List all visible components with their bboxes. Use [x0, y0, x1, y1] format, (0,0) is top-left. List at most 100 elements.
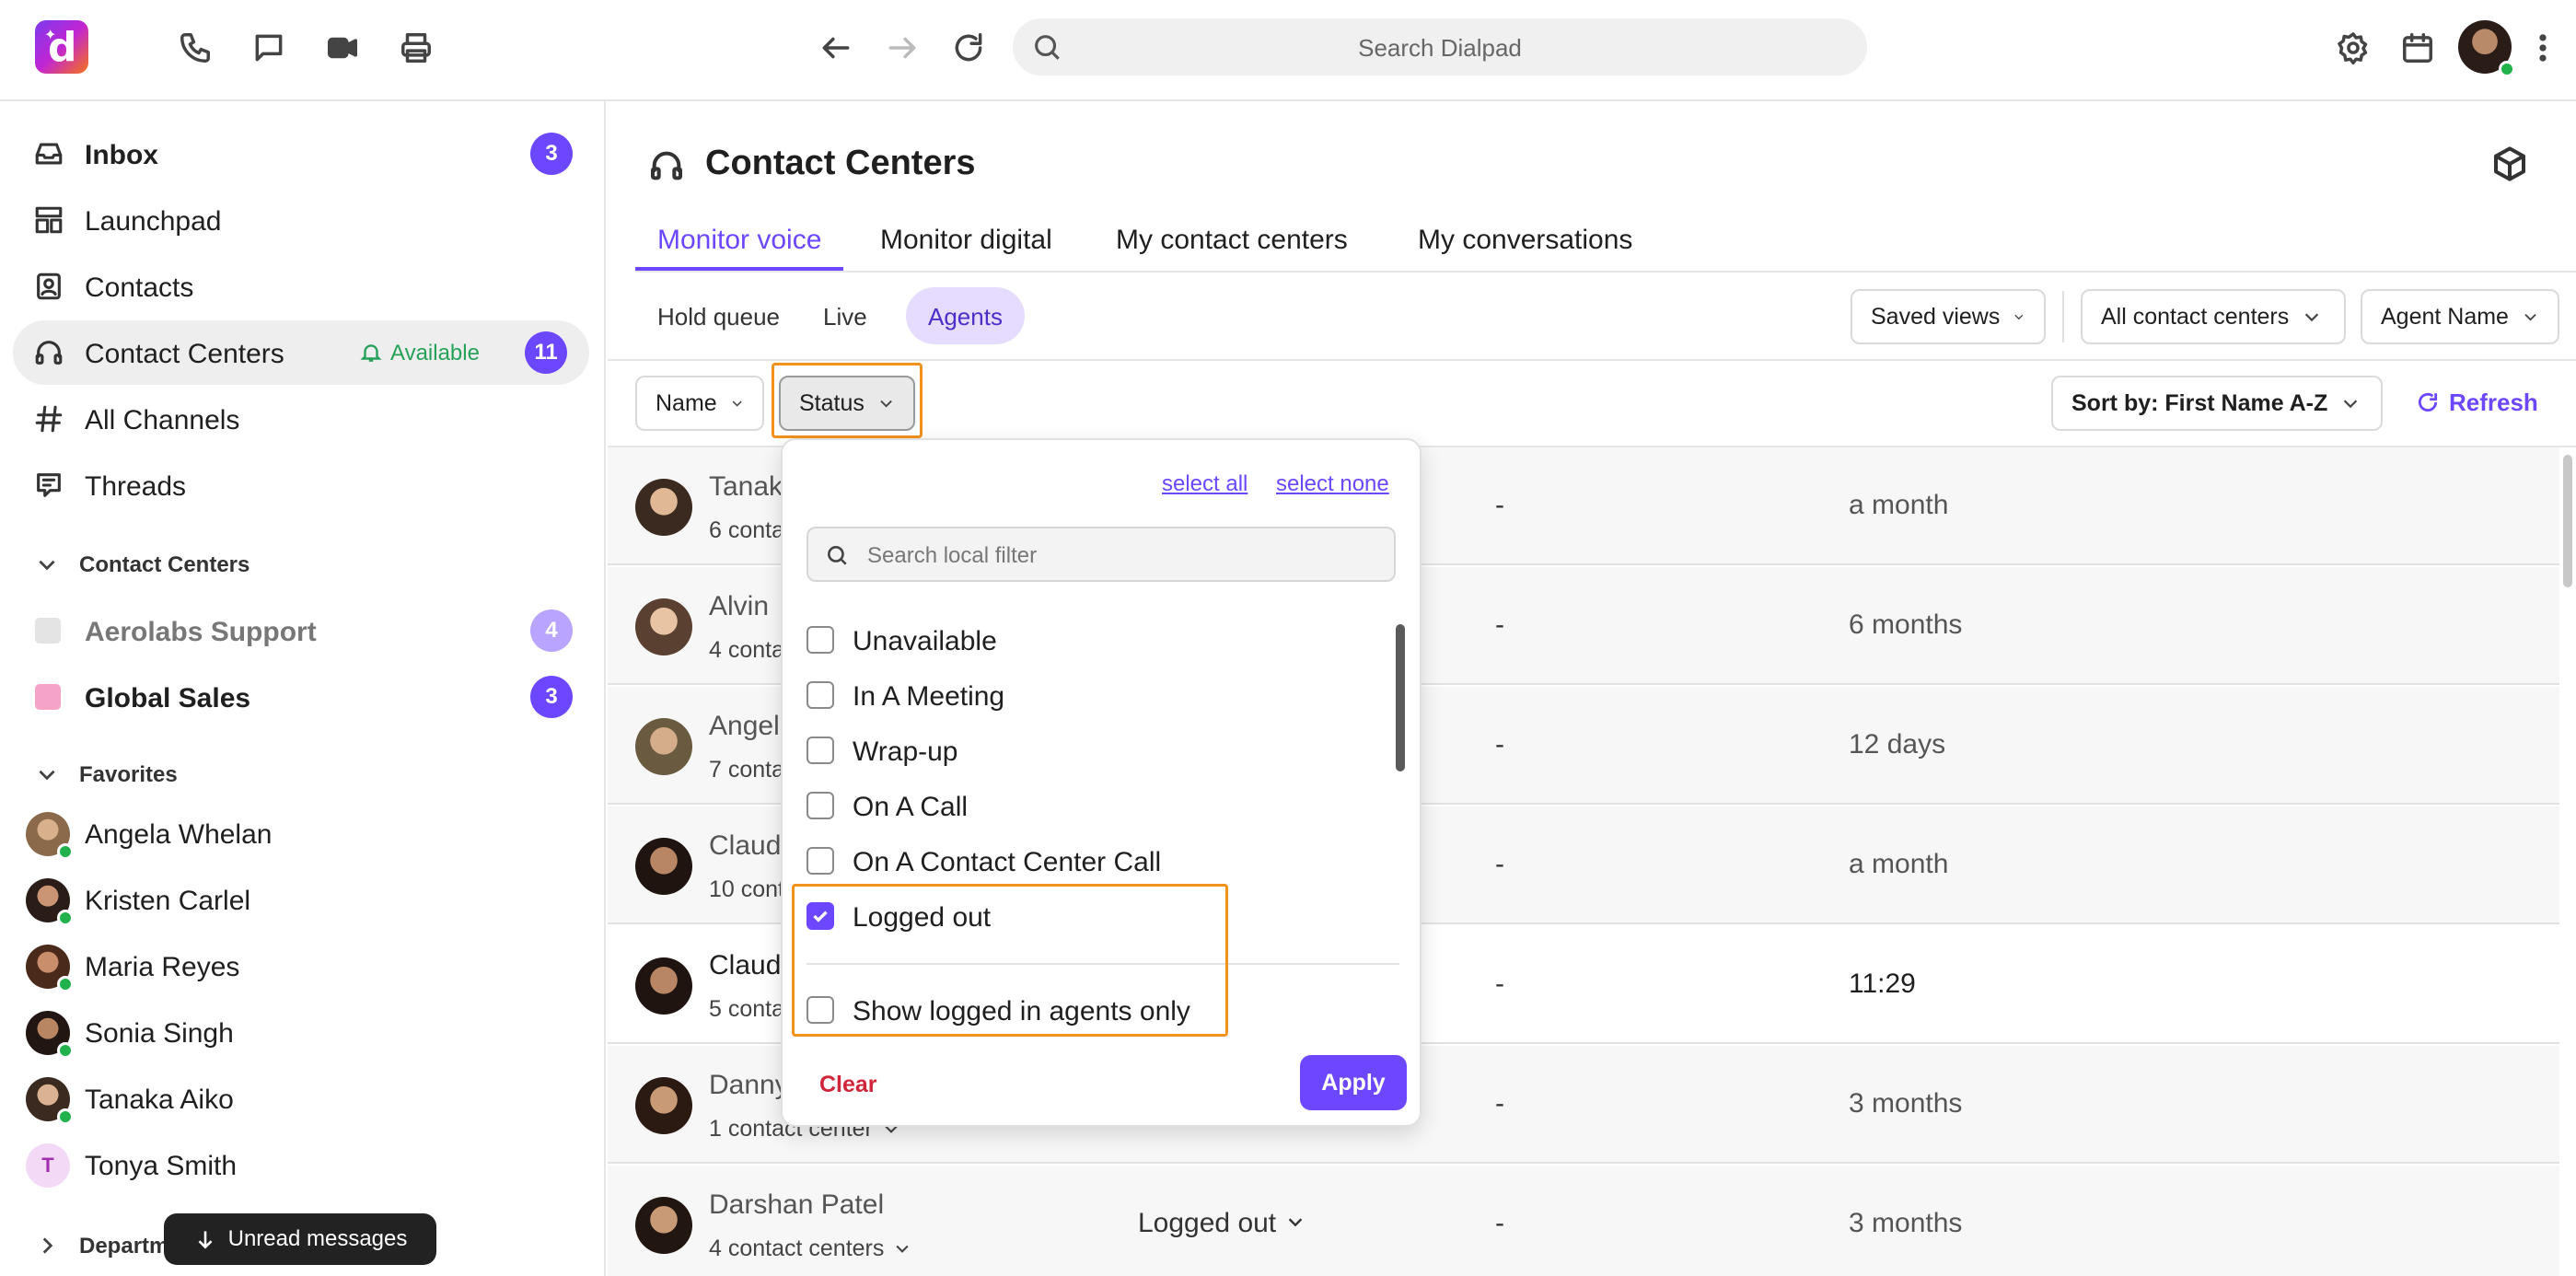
agent-last-seen: 3 months — [1849, 1088, 1963, 1119]
sidebar-item-all-channels[interactable]: All Channels — [13, 387, 589, 451]
section-header-label: Favorites — [79, 762, 178, 787]
table-row[interactable]: Darshan Patel 4 contact centers Logged o… — [608, 1166, 2559, 1276]
presence-dot — [57, 843, 74, 860]
inbox-icon — [33, 138, 64, 169]
sidebar-item-label: Threads — [85, 471, 187, 502]
agent-last-seen: a month — [1849, 490, 1949, 520]
checkbox[interactable] — [806, 792, 834, 819]
sidebar-item-contact-centers[interactable]: Contact Centers Available 11 — [13, 320, 589, 385]
favorite-name: Angela Whelan — [85, 819, 273, 850]
saved-views-dropdown[interactable]: Saved views — [1851, 289, 2046, 344]
inbox-badge: 3 — [530, 133, 573, 175]
checkbox[interactable] — [806, 681, 834, 709]
arrow-down-icon — [198, 1231, 213, 1249]
printer-icon[interactable] — [396, 28, 436, 68]
more-vertical-icon[interactable] — [2524, 28, 2561, 68]
back-arrow-icon[interactable] — [816, 28, 856, 68]
sidebar-item-threads[interactable]: Threads — [13, 453, 589, 517]
tab-monitor-voice[interactable]: Monitor voice — [635, 212, 844, 271]
tab-monitor-digital[interactable]: Monitor digital — [858, 212, 1074, 271]
checkbox[interactable] — [806, 626, 834, 654]
global-search-input[interactable]: Search Dialpad — [1013, 18, 1867, 75]
agent-name-dropdown[interactable]: Agent Name — [2361, 289, 2559, 344]
section-contact-centers[interactable]: Contact Centers — [35, 552, 249, 578]
sidebar-item-contacts[interactable]: Contacts — [13, 254, 589, 319]
name-filter-label: Name — [656, 389, 717, 416]
checkbox[interactable] — [806, 847, 834, 875]
avatar — [635, 957, 692, 1015]
favorite-kristen-carlel[interactable]: Kristen Carlel — [26, 875, 597, 926]
chevron-down-icon — [2344, 400, 2358, 409]
section-departments[interactable]: Departm — [35, 1234, 168, 1259]
agent-last-seen: 6 months — [1849, 609, 1963, 640]
select-none-link[interactable]: select none — [1276, 471, 1389, 497]
sidebar-item-aerolabs-support[interactable]: Aerolabs Support 4 — [0, 598, 589, 663]
favorite-name: Kristen Carlel — [85, 886, 251, 916]
subtab-hold-queue[interactable]: Hold queue — [635, 287, 802, 344]
section-favorites[interactable]: Favorites — [35, 762, 178, 788]
sort-dropdown[interactable]: Sort by: First Name A-Z — [2051, 376, 2383, 431]
agent-duration: - — [1495, 1208, 1504, 1238]
toolbar-divider — [608, 359, 2576, 361]
tabs-divider — [635, 271, 2576, 273]
favorite-name: Tonya Smith — [85, 1151, 238, 1181]
favorite-maria-reyes[interactable]: Maria Reyes — [26, 941, 597, 992]
unread-messages-label: Unread messages — [227, 1226, 408, 1251]
refresh-button[interactable]: Refresh — [2416, 389, 2538, 417]
refresh-label: Refresh — [2449, 389, 2538, 416]
contact-centers-badge: 11 — [525, 331, 567, 374]
name-filter-dropdown[interactable]: Name — [635, 376, 764, 431]
sidebar-item-inbox[interactable]: Inbox 3 — [13, 122, 589, 186]
contacts-icon — [33, 271, 64, 302]
select-all-link[interactable]: select all — [1162, 471, 1247, 497]
sidebar-item-global-sales[interactable]: Global Sales 3 — [0, 665, 589, 729]
clear-button[interactable]: Clear — [819, 1072, 877, 1098]
contact-center-label: Global Sales — [85, 683, 251, 713]
status-filter-highlight — [772, 363, 922, 438]
tab-my-conversations[interactable]: My conversations — [1396, 212, 1654, 271]
forward-arrow-icon[interactable] — [882, 28, 922, 68]
headset-icon — [648, 147, 685, 184]
status-option-in-a-meeting[interactable]: In A Meeting — [806, 672, 1359, 718]
reload-icon[interactable] — [948, 28, 989, 68]
user-avatar[interactable] — [2458, 20, 2515, 77]
status-option-wrap-up[interactable]: Wrap-up — [806, 727, 1359, 773]
subtab-agents[interactable]: Agents — [906, 287, 1025, 344]
avatar — [26, 812, 74, 860]
status-option-on-a-contact-center-call[interactable]: On A Contact Center Call — [806, 838, 1359, 884]
agent-duration: - — [1495, 490, 1504, 520]
all-contact-centers-dropdown[interactable]: All contact centers — [2081, 289, 2346, 344]
unread-messages-button[interactable]: Unread messages — [164, 1213, 436, 1265]
main-scrollbar[interactable] — [2563, 455, 2572, 587]
agent-contact-centers[interactable]: 4 contact centers — [709, 1235, 911, 1262]
favorite-tanaka-aiko[interactable]: Tanaka Aiko — [26, 1073, 597, 1125]
agent-contact-centers: 4 conta — [709, 637, 785, 663]
cube-icon[interactable] — [2491, 145, 2528, 182]
agent-status-dropdown[interactable]: Logged out — [1138, 1208, 1305, 1239]
sidebar-item-launchpad[interactable]: Launchpad — [13, 188, 589, 252]
panel-scrollbar[interactable] — [1396, 624, 1405, 771]
dialpad-logo[interactable]: ✦ d — [35, 20, 88, 74]
agent-name: Danny — [709, 1070, 789, 1100]
favorite-angela-whelan[interactable]: Angela Whelan — [26, 808, 597, 860]
calendar-icon[interactable] — [2397, 28, 2438, 68]
chevron-down-icon — [896, 1245, 909, 1253]
apply-button[interactable]: Apply — [1300, 1055, 1407, 1110]
checkbox[interactable] — [806, 737, 834, 764]
local-filter-search-input[interactable]: Search local filter — [806, 527, 1396, 582]
status-option-on-a-call[interactable]: On A Call — [806, 783, 1359, 829]
video-icon[interactable] — [322, 28, 363, 68]
subtab-live[interactable]: Live — [801, 287, 889, 344]
tab-my-contact-centers[interactable]: My contact centers — [1094, 212, 1370, 271]
phone-icon[interactable] — [175, 28, 215, 68]
favorite-tonya-smith[interactable]: T Tonya Smith — [26, 1140, 597, 1191]
favorite-sonia-singh[interactable]: Sonia Singh — [26, 1007, 597, 1059]
gear-icon[interactable] — [2333, 28, 2373, 68]
avatar — [26, 878, 74, 926]
chat-icon[interactable] — [249, 28, 289, 68]
status-option-unavailable[interactable]: Unavailable — [806, 617, 1359, 663]
chevron-down-icon — [39, 560, 55, 571]
presence-dot — [57, 1042, 74, 1059]
presence-dot — [57, 1108, 74, 1125]
availability-status[interactable]: Available — [359, 341, 480, 366]
